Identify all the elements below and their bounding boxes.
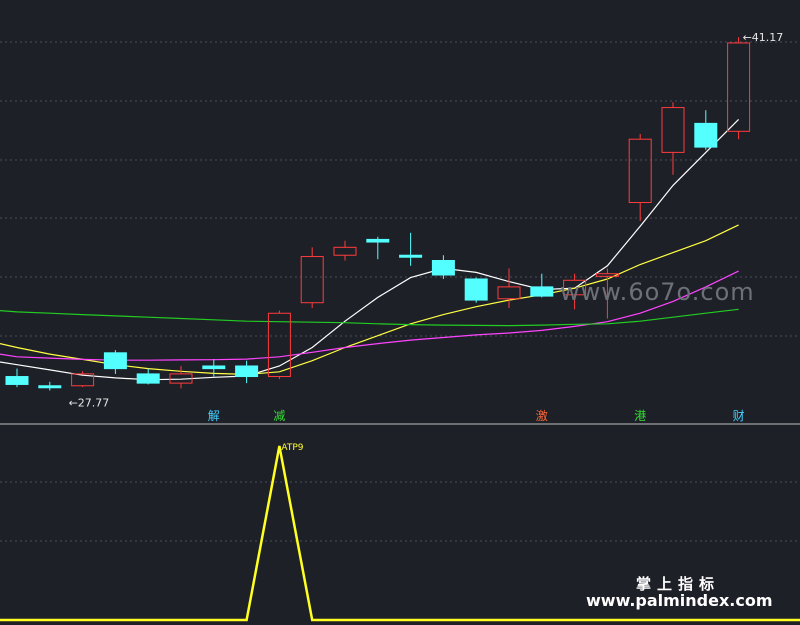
- signal-tag: 激: [536, 409, 548, 423]
- candle-body: [464, 278, 488, 301]
- candle-body: [103, 352, 127, 370]
- signal-tag: 港: [634, 409, 646, 423]
- chart-background: [0, 0, 800, 625]
- candle: [464, 277, 488, 303]
- candle-body: [399, 254, 423, 258]
- candle-body: [38, 385, 62, 389]
- brand-url: www.palmindex.com: [586, 591, 773, 610]
- candle-body: [530, 286, 554, 297]
- signal-tag: 减: [273, 409, 285, 423]
- min-price-label: ←27.77: [69, 397, 110, 410]
- candle-body: [5, 376, 29, 385]
- signal-tag: 财: [733, 409, 745, 423]
- signal-tag: 解: [208, 409, 220, 423]
- candlestick-chart: ←41.17←27.77 解减激港财 www.6o7o.com ATP9 掌上指…: [0, 0, 800, 625]
- watermark: www.6o7o.com: [560, 278, 755, 306]
- candle-body: [202, 365, 226, 370]
- max-price-label: ←41.17: [743, 31, 784, 44]
- candle-body: [136, 373, 160, 384]
- candle-body: [366, 238, 390, 243]
- oscillator-label: ATP9: [281, 443, 303, 453]
- candle-body: [694, 122, 718, 148]
- candle-body: [235, 365, 259, 378]
- candle-body: [431, 260, 455, 276]
